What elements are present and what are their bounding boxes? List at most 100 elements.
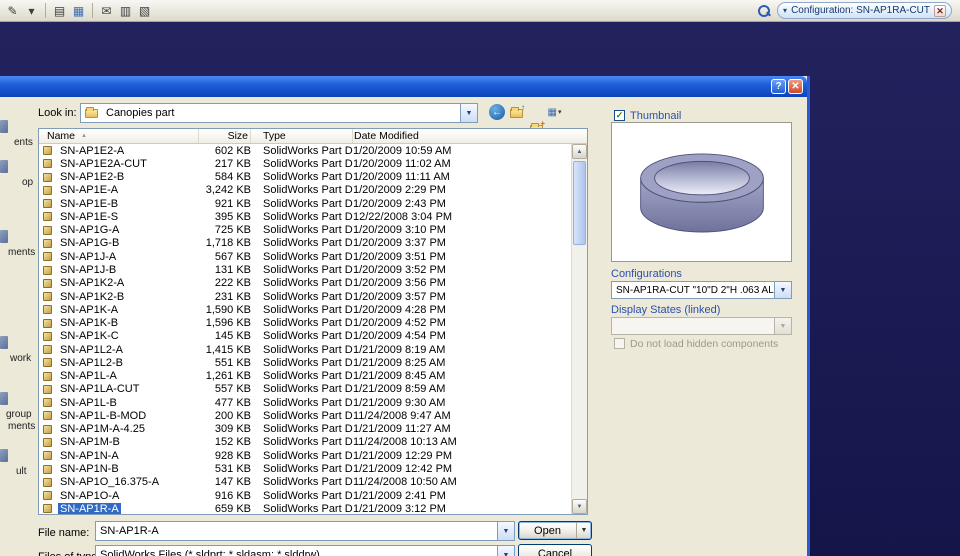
file-name-text: SN-AP1G-B	[60, 237, 120, 250]
thumbnail-checkbox[interactable]: ✓	[614, 110, 625, 121]
file-date-cell: 1/20/2009 2:29 PM	[353, 184, 446, 197]
help-button[interactable]: ?	[771, 79, 786, 94]
column-header-type[interactable]: Type	[251, 129, 353, 143]
search-icon[interactable]	[757, 4, 771, 18]
chevron-down-icon[interactable]: ▼	[497, 522, 514, 540]
close-icon[interactable]: ✕	[934, 4, 946, 17]
file-name-cell: SN-AP1L-A	[39, 370, 199, 382]
file-type-cell: SolidWorks Part Doc...	[263, 383, 353, 396]
chevron-down-icon[interactable]: ▼	[774, 282, 791, 298]
file-row[interactable]: SN-AP1K-C 145 KB SolidWorks Part Doc...1/2…	[39, 330, 571, 343]
file-date-cell: 1/20/2009 4:52 PM	[353, 317, 446, 330]
file-type-cell: SolidWorks Part Doc...	[263, 184, 353, 197]
part-icon	[43, 358, 52, 368]
file-name-cell: SN-AP1O_16.375-A	[39, 476, 199, 488]
scrollbar-thumb[interactable]	[573, 161, 586, 245]
file-row[interactable]: SN-AP1E-B 921 KB SolidWorks Part Doc...1/2…	[39, 197, 571, 210]
window-icon[interactable]: ▧	[136, 2, 153, 19]
chevron-down-icon[interactable]: ▼	[497, 546, 514, 556]
place-item[interactable]: op	[22, 177, 33, 188]
file-name-cell: SN-AP1M-B	[39, 436, 199, 448]
file-size-cell: 557 KB	[214, 383, 251, 396]
file-row[interactable]: SN-AP1L-B-MOD 200 KB SolidWorks Part Doc..…	[39, 409, 571, 422]
file-row[interactable]: SN-AP1M-A-4.25 309 KB SolidWorks Part Doc.…	[39, 423, 571, 436]
file-row[interactable]: SN-AP1K2-B 231 KB SolidWorks Part Doc...1/…	[39, 290, 571, 303]
part-icon	[43, 212, 52, 222]
open-button[interactable]: Open ▼	[518, 521, 592, 540]
file-row[interactable]: SN-AP1K-B 1,596 KB SolidWorks Part Doc...1…	[39, 316, 571, 329]
part-icon	[43, 345, 52, 355]
file-row[interactable]: SN-AP1L-A 1,261 KB SolidWorks Part Doc...1…	[39, 370, 571, 383]
file-row[interactable]: SN-AP1O-A 916 KB SolidWorks Part Doc...1/2…	[39, 489, 571, 502]
file-row[interactable]: SN-AP1M-B 152 KB SolidWorks Part Doc...11/…	[39, 436, 571, 449]
file-size-cell: 1,596 KB	[205, 317, 251, 330]
scrollbar[interactable]: ▲ ▼	[571, 144, 587, 514]
file-row[interactable]: SN-AP1N-B 531 KB SolidWorks Part Doc...1/2…	[39, 462, 571, 475]
place-item[interactable]: ments	[8, 247, 35, 258]
file-row[interactable]: SN-AP1L2-B 551 KB SolidWorks Part Doc...1/…	[39, 356, 571, 369]
file-name-cell: SN-AP1L-B-MOD	[39, 410, 199, 422]
open-split-arrow-icon[interactable]: ▼	[576, 522, 591, 539]
column-header-size[interactable]: Size	[199, 129, 251, 143]
chevron-down-icon[interactable]: ▼	[460, 104, 477, 122]
file-row[interactable]: SN-AP1G-B 1,718 KB SolidWorks Part Doc...1…	[39, 237, 571, 250]
file-row[interactable]: SN-AP1K2-A 222 KB SolidWorks Part Doc...1/…	[39, 277, 571, 290]
configuration-selector[interactable]: ▾ Configuration: SN-AP1RA-CUT ✕	[777, 2, 952, 19]
place-item[interactable]: ments	[8, 421, 35, 432]
file-size-cell: 659 KB	[214, 502, 251, 514]
file-date-cell: 1/20/2009 2:43 PM	[353, 197, 446, 210]
file-row[interactable]: SN-AP1G-A 725 KB SolidWorks Part Doc...1/2…	[39, 224, 571, 237]
sheet-icon[interactable]: ▤	[51, 2, 68, 19]
file-row[interactable]: SN-AP1E2-B 584 KB SolidWorks Part Doc...1/…	[39, 171, 571, 184]
file-name-input[interactable]: SN-AP1R-A ▼	[95, 521, 515, 541]
file-name-text: SN-AP1O_16.375-A	[60, 476, 160, 489]
table-icon[interactable]: ▦	[70, 2, 87, 19]
configurations-dropdown[interactable]: SN-AP1RA-CUT "10"D 2"H .063 ALUM R S ▼	[611, 281, 792, 299]
file-name-cell: SN-AP1N-B	[39, 463, 199, 475]
file-row[interactable]: SN-AP1R-A 659 KB SolidWorks Part Doc...1/2…	[39, 502, 571, 514]
cancel-button[interactable]: Cancel	[518, 544, 592, 556]
file-row[interactable]: SN-AP1E-A 3,242 KB SolidWorks Part Doc...1…	[39, 184, 571, 197]
chevron-down-icon[interactable]: ▾	[783, 6, 787, 15]
file-name-cell: SN-AP1K-A	[39, 304, 199, 316]
file-size-cell: 551 KB	[214, 356, 251, 369]
dialog-close-button[interactable]: ✕	[788, 79, 803, 94]
view-menu-icon[interactable]: ▦ ▾	[546, 104, 563, 120]
place-item[interactable]: ult	[16, 466, 27, 477]
file-size-cell: 217 KB	[214, 157, 251, 170]
file-row[interactable]: SN-AP1L-B 477 KB SolidWorks Part Doc...1/2…	[39, 396, 571, 409]
file-row[interactable]: SN-AP1O_16.375-A 147 KB SolidWorks Part Do…	[39, 476, 571, 489]
up-one-level-icon[interactable]: ↑	[508, 103, 525, 121]
files-of-type-value: SolidWorks Files (*.sldprt; *.sldasm; *.…	[100, 549, 320, 556]
column-header-name[interactable]: Name ▲	[39, 129, 199, 143]
part-icon	[43, 464, 52, 474]
file-date-cell: 1/21/2009 8:19 AM	[353, 343, 446, 356]
place-item[interactable]: work	[10, 353, 31, 364]
file-date-cell: 1/20/2009 3:52 PM	[353, 264, 446, 277]
scroll-up-icon[interactable]: ▲	[572, 144, 587, 159]
file-row[interactable]: SN-AP1N-A 928 KB SolidWorks Part Doc...1/2…	[39, 449, 571, 462]
mail-icon[interactable]: ✉	[98, 2, 115, 19]
chevron-down-icon[interactable]: ▾	[23, 2, 40, 19]
files-of-type-dropdown[interactable]: SolidWorks Files (*.sldprt; *.sldasm; *.…	[95, 545, 515, 556]
back-icon[interactable]: ←	[489, 104, 505, 120]
pencil-icon[interactable]: ✎	[4, 2, 21, 19]
place-item[interactable]: ents	[14, 137, 33, 148]
column-header-date[interactable]: Date Modified	[353, 129, 587, 143]
display-states-dropdown: ▼	[611, 317, 792, 335]
look-in-dropdown[interactable]: Canopies part ▼	[80, 103, 478, 123]
file-row[interactable]: SN-AP1K-A 1,590 KB SolidWorks Part Doc...1…	[39, 303, 571, 316]
file-date-cell: 1/20/2009 3:56 PM	[353, 277, 446, 290]
file-row[interactable]: SN-AP1J-A 567 KB SolidWorks Part Doc...1/2…	[39, 250, 571, 263]
file-row[interactable]: SN-AP1E-S 395 KB SolidWorks Part Doc...12/…	[39, 210, 571, 223]
file-row[interactable]: SN-AP1LA-CUT 557 KB SolidWorks Part Doc...…	[39, 383, 571, 396]
file-row[interactable]: SN-AP1E2A-CUT 217 KB SolidWorks Part Doc..…	[39, 157, 571, 170]
place-item[interactable]: group	[6, 409, 32, 420]
file-row[interactable]: SN-AP1J-B 131 KB SolidWorks Part Doc...1/2…	[39, 263, 571, 276]
chart-icon[interactable]: ▥	[117, 2, 134, 19]
file-row[interactable]: SN-AP1L2-A 1,415 KB SolidWorks Part Doc...…	[39, 343, 571, 356]
scroll-down-icon[interactable]: ▼	[572, 499, 587, 514]
file-row[interactable]: SN-AP1E2-A 602 KB SolidWorks Part Doc...1/…	[39, 144, 571, 157]
file-name-cell: SN-AP1G-B	[39, 237, 199, 249]
dialog-titlebar[interactable]: ? ✕	[0, 76, 807, 97]
